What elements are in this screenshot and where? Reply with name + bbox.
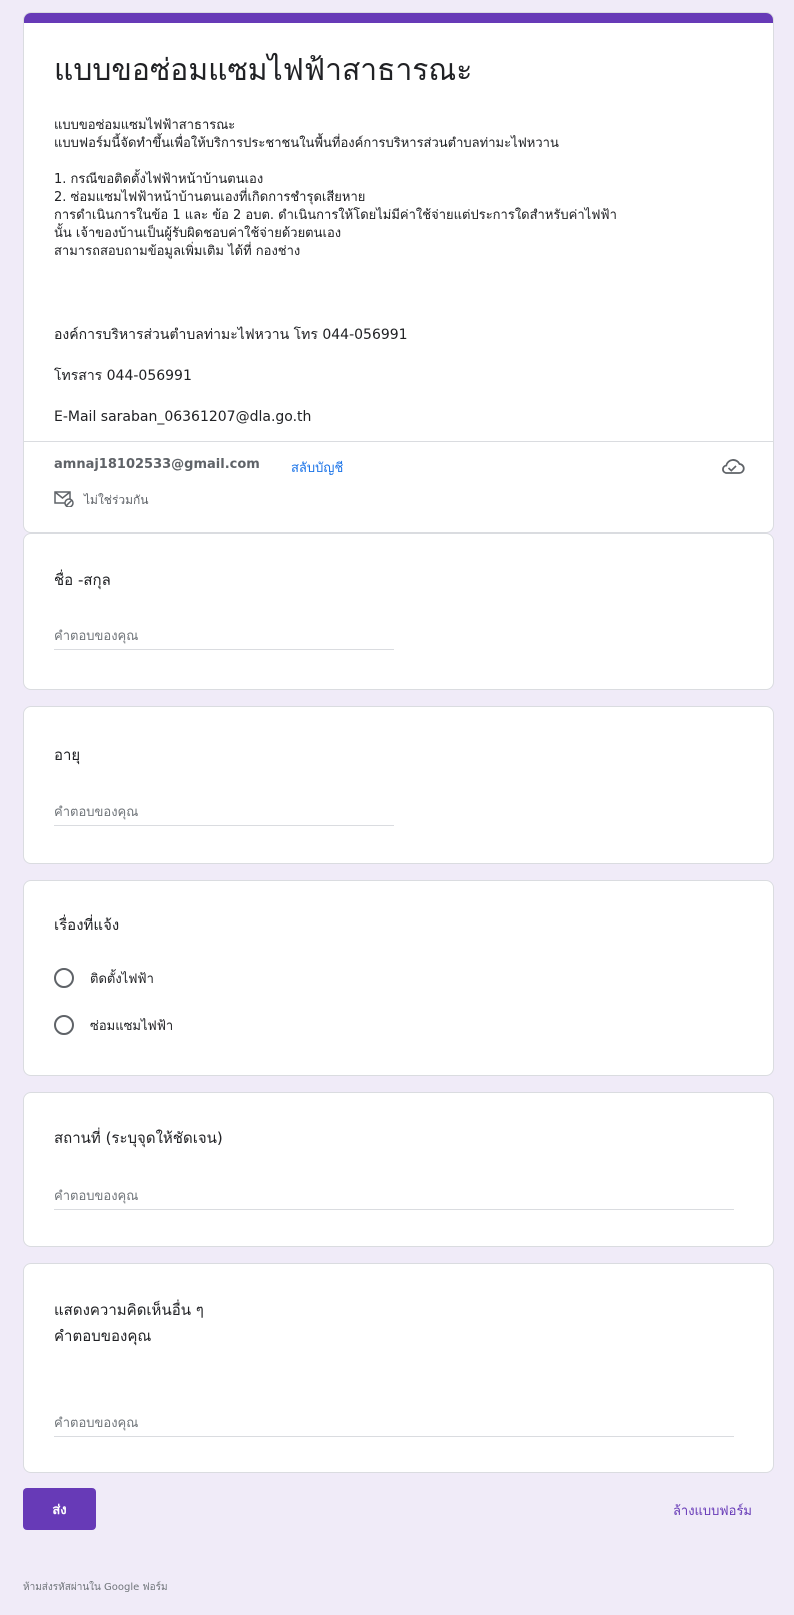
clear-form-button[interactable]: ล้างแบบฟอร์ม: [673, 1500, 752, 1521]
question-card-comments: แสดงความคิดเห็นอื่น ๆ คำตอบของคุณ: [23, 1263, 774, 1473]
form-title: แบบขอซ่อมแซมไฟฟ้าสาธารณะ: [54, 53, 473, 88]
question-label: อายุ: [54, 746, 81, 764]
radio-button[interactable]: [54, 1015, 74, 1035]
question-card-age: อายุ: [23, 706, 774, 864]
description-line: แบบขอซ่อมแซมไฟฟ้าสาธารณะ: [54, 118, 236, 133]
footer-note: ห้ามส่งรหัสผ่านใน Google ฟอร์ม: [23, 1582, 168, 1593]
description-line: การดำเนินการในข้อ 1 และ ข้อ 2 อบต. ดำเนิ…: [54, 208, 617, 223]
description-line: 1. กรณีขอติดตั้งไฟฟ้าหน้าบ้านตนเอง: [54, 172, 264, 187]
switch-account-link[interactable]: สลับบัญชี: [291, 457, 343, 478]
description-line: แบบฟอร์มนี้จัดทำขึ้นเพื่อให้บริการประชาช…: [54, 136, 559, 151]
name-input[interactable]: [54, 623, 394, 650]
not-shared-label: ไม่ใช่ร่วมกัน: [84, 493, 149, 507]
mail-not-shared-icon: [54, 491, 74, 507]
header-divider: [24, 441, 773, 442]
description-line: 2. ซ่อมแซมไฟฟ้าหน้าบ้านตนเองที่เกิดการชำ…: [54, 190, 366, 205]
question-label: แสดงความคิดเห็นอื่น ๆ: [54, 1301, 204, 1319]
radio-option-repair[interactable]: ซ่อมแซมไฟฟ้า: [54, 1013, 173, 1037]
contact-org: องค์การบริหารส่วนตำบลท่ามะไฟหวาน โทร 044…: [54, 327, 408, 343]
form-header-card: แบบขอซ่อมแซมไฟฟ้าสาธารณะ แบบขอซ่อมแซมไฟฟ…: [23, 12, 774, 533]
comments-input[interactable]: [54, 1410, 734, 1437]
age-input[interactable]: [54, 799, 394, 826]
account-email: amnaj18102533@gmail.com: [54, 457, 260, 472]
question-sublabel: คำตอบของคุณ: [54, 1327, 152, 1345]
contact-fax: โทรสาร 044-056991: [54, 368, 192, 384]
contact-email: E-Mail saraban_06361207@dla.go.th: [54, 409, 312, 425]
cloud-save-icon: [722, 459, 745, 474]
question-card-topic: เรื่องที่แจ้ง ติดตั้งไฟฟ้า ซ่อมแซมไฟฟ้า: [23, 880, 774, 1076]
form-description: แบบขอซ่อมแซมไฟฟ้าสาธารณะ แบบฟอร์มนี้จัดท…: [54, 117, 617, 261]
question-label: เรื่องที่แจ้ง: [54, 916, 120, 934]
description-line: สามารถสอบถามข้อมูลเพิ่มเติม ได้ที่ กองช่…: [54, 244, 301, 259]
description-line: นั้น เจ้าของบ้านเป็นผู้รับผิดชอบค่าใช้จ่…: [54, 226, 342, 241]
radio-button[interactable]: [54, 968, 74, 988]
radio-option-label: ซ่อมแซมไฟฟ้า: [90, 1018, 174, 1034]
submit-button[interactable]: ส่ง: [23, 1488, 96, 1530]
location-input[interactable]: [54, 1183, 734, 1210]
radio-option-install[interactable]: ติดตั้งไฟฟ้า: [54, 966, 154, 990]
question-card-name: ชื่อ -สกุล: [23, 533, 774, 690]
question-label: ชื่อ -สกุล: [54, 571, 111, 589]
header-accent-bar: [24, 13, 773, 23]
radio-option-label: ติดตั้งไฟฟ้า: [90, 971, 154, 987]
question-card-location: สถานที่ (ระบุจุดให้ชัดเจน): [23, 1092, 774, 1247]
question-label: สถานที่ (ระบุจุดให้ชัดเจน): [54, 1129, 223, 1147]
